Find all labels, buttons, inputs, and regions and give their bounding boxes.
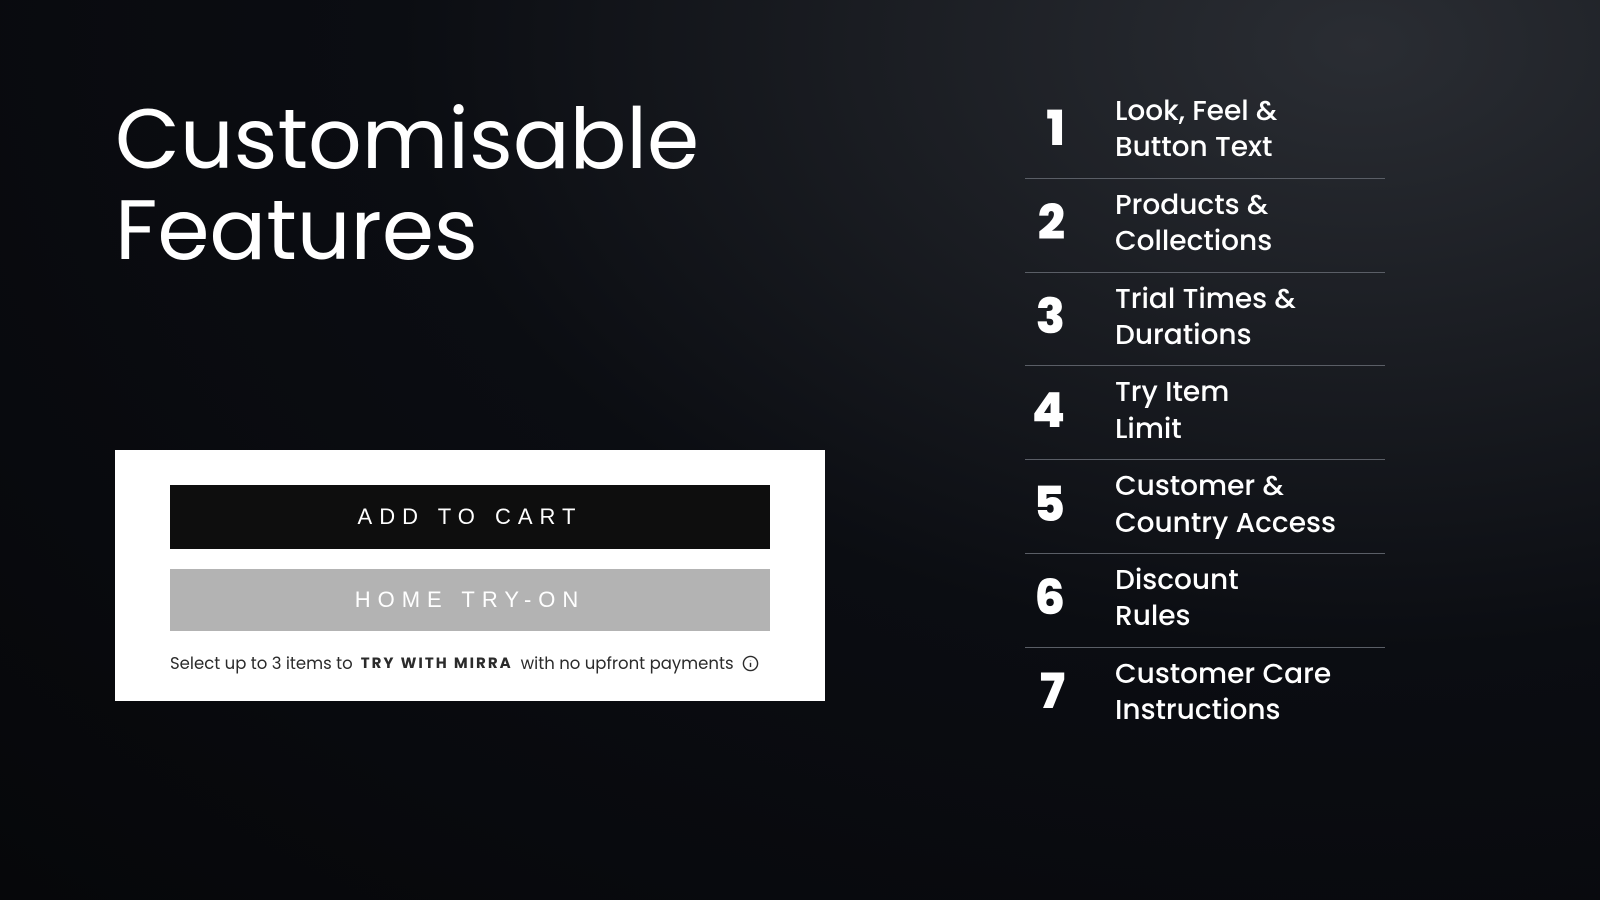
- feature-label: Look, Feel & Button Text: [1115, 93, 1277, 166]
- feature-number: 7: [1025, 668, 1065, 716]
- feature-number: 3: [1025, 293, 1065, 341]
- feature-item-3: 3 Trial Times & Durations: [1025, 273, 1385, 367]
- brand-logo-text: TRY WITH MIRRA: [361, 652, 513, 675]
- heading-line-2: Features: [115, 172, 478, 289]
- feature-item-7: 7 Customer Care Instructions: [1025, 648, 1385, 741]
- feature-label: Discount Rules: [1115, 562, 1239, 635]
- info-icon[interactable]: [742, 655, 759, 672]
- feature-label: Customer Care Instructions: [1115, 656, 1331, 729]
- feature-label: Customer & Country Access: [1115, 468, 1336, 541]
- product-widget-card: ADD TO CART HOME TRY-ON Select up to 3 i…: [115, 450, 825, 701]
- feature-number: 6: [1025, 574, 1065, 622]
- home-try-on-button[interactable]: HOME TRY-ON: [170, 569, 770, 631]
- feature-label: Products & Collections: [1115, 187, 1272, 260]
- feature-number: 4: [1025, 387, 1065, 435]
- feature-item-6: 6 Discount Rules: [1025, 554, 1385, 648]
- feature-item-4: 4 Try Item Limit: [1025, 366, 1385, 460]
- feature-number: 2: [1025, 199, 1065, 247]
- feature-item-2: 2 Products & Collections: [1025, 179, 1385, 273]
- features-list: 1 Look, Feel & Button Text 2 Products & …: [1025, 85, 1385, 740]
- feature-label: Trial Times & Durations: [1115, 281, 1296, 354]
- widget-caption: Select up to 3 items to TRY WITH MIRRA w…: [170, 651, 770, 676]
- feature-item-1: 1 Look, Feel & Button Text: [1025, 85, 1385, 179]
- add-to-cart-button[interactable]: ADD TO CART: [170, 485, 770, 549]
- caption-suffix: with no upfront payments: [521, 651, 734, 676]
- feature-item-5: 5 Customer & Country Access: [1025, 460, 1385, 554]
- feature-label: Try Item Limit: [1115, 374, 1229, 447]
- feature-number: 5: [1025, 481, 1065, 529]
- caption-prefix: Select up to 3 items to: [170, 651, 353, 676]
- feature-number: 1: [1025, 105, 1065, 153]
- page-title: Customisable Features: [115, 95, 699, 276]
